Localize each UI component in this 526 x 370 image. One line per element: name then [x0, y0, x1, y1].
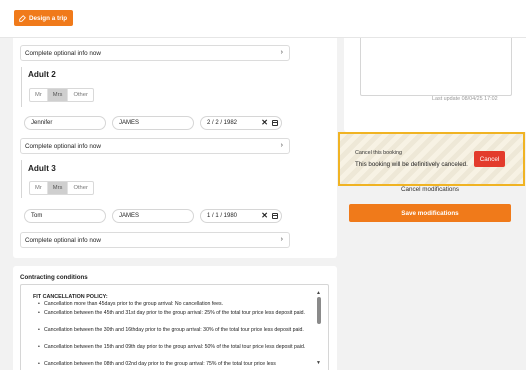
- last-update-text: Last update 08/04/25 17:02: [432, 96, 498, 102]
- design-trip-button[interactable]: Design a trip: [14, 10, 74, 26]
- top-bar: Design a trip: [0, 0, 526, 38]
- optional-info-row-adult2[interactable]: Complete optional info now ›: [20, 138, 290, 154]
- policy-item: Cancellation between the 08th and 02nd d…: [38, 360, 312, 369]
- policy-item: Cancellation more than 45days prior to t…: [38, 300, 312, 309]
- birth-date-field-adult-3[interactable]: 1 / 1 / 1980 ✕: [200, 209, 282, 223]
- title-option-other[interactable]: Other: [68, 182, 93, 194]
- section-divider: [21, 160, 22, 198]
- policy-item: Cancellation between the 30th and 16thda…: [38, 326, 312, 335]
- design-trip-label: Design a trip: [29, 14, 68, 22]
- last-name-value: JAMES: [119, 213, 140, 219]
- birth-date-value: 1 / 1 / 1980: [207, 213, 238, 219]
- first-name-field-adult-2[interactable]: Jennifer: [24, 116, 106, 130]
- title-option-mrs[interactable]: Mrs: [47, 89, 69, 101]
- adult-2-heading: Adult 2: [28, 70, 56, 79]
- scroll-down-arrow-icon[interactable]: ▼: [316, 360, 321, 366]
- clear-date-icon[interactable]: ✕: [261, 118, 268, 127]
- birth-date-value: 2 / 2 / 1982: [207, 120, 238, 126]
- calendar-icon[interactable]: [272, 120, 278, 126]
- first-name-value: Tom: [31, 213, 43, 219]
- last-name-value: JAMES: [119, 120, 140, 126]
- cancel-booking-button[interactable]: Cancel: [474, 151, 505, 167]
- optional-info-label: Complete optional info now: [25, 142, 101, 150]
- adult-3-heading: Adult 3: [28, 164, 56, 173]
- title-option-mr[interactable]: Mr: [30, 182, 48, 194]
- clear-date-icon[interactable]: ✕: [261, 211, 268, 220]
- chevron-right-icon: ›: [280, 142, 283, 149]
- chevron-right-icon: ›: [280, 49, 283, 56]
- first-name-field-adult-3[interactable]: Tom: [24, 209, 106, 223]
- last-name-field-adult-3[interactable]: JAMES: [112, 209, 194, 223]
- cancel-booking-title: Cancel this booking: [355, 150, 403, 156]
- edit-route-icon: [19, 14, 26, 22]
- title-option-other[interactable]: Other: [68, 89, 93, 101]
- cancel-modifications-link[interactable]: Cancel modifications: [349, 186, 511, 193]
- title-option-mrs[interactable]: Mrs: [47, 182, 69, 194]
- title-selector-adult-3: Mr Mrs Other: [29, 181, 94, 195]
- optional-info-label: Complete optional info now: [25, 49, 101, 57]
- contract-heading: Contracting conditions: [20, 274, 88, 281]
- title-selector-adult-2: Mr Mrs Other: [29, 88, 94, 102]
- section-divider: [21, 67, 22, 107]
- cancel-booking-warning: This booking will be definitively cancel…: [355, 161, 468, 168]
- policy-item: Cancellation between the 45th and 31st d…: [38, 309, 312, 318]
- title-option-mr[interactable]: Mr: [30, 89, 48, 101]
- policy-item: Cancellation between the 15th and 09th d…: [38, 343, 312, 352]
- chevron-right-icon: ›: [280, 236, 283, 243]
- last-name-field-adult-2[interactable]: JAMES: [112, 116, 194, 130]
- notes-textarea[interactable]: [360, 34, 512, 96]
- calendar-icon[interactable]: [272, 213, 278, 219]
- scroll-up-arrow-icon[interactable]: ▲: [316, 290, 321, 296]
- optional-info-row-adult3[interactable]: Complete optional info now ›: [20, 232, 290, 248]
- scrollbar-thumb[interactable]: [317, 297, 321, 324]
- first-name-value: Jennifer: [31, 120, 53, 126]
- save-modifications-button[interactable]: Save modifications: [349, 204, 511, 222]
- optional-info-label: Complete optional info now: [25, 236, 101, 244]
- optional-info-row-adult1[interactable]: Complete optional info now ›: [20, 45, 290, 61]
- birth-date-field-adult-2[interactable]: 2 / 2 / 1982 ✕: [200, 116, 282, 130]
